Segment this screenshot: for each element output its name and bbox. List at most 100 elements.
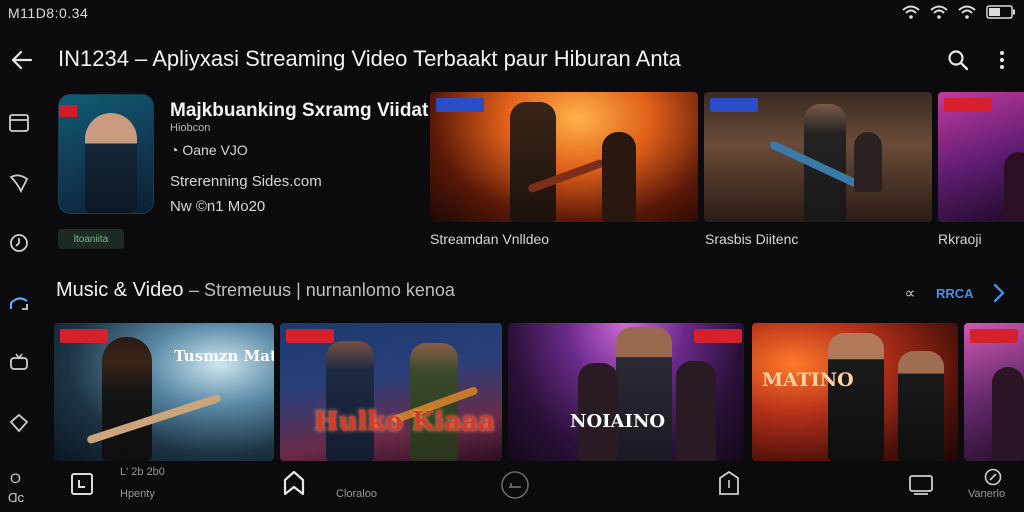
shield-icon (9, 413, 29, 433)
music-card[interactable] (964, 323, 1024, 461)
featured-subtitle: Hiobcon (170, 122, 211, 134)
back-button[interactable] (6, 44, 38, 76)
performer-figure (676, 361, 716, 461)
compass-icon (984, 468, 1002, 486)
nav-bookmarks-label: Cloraloo (336, 488, 377, 500)
link-icon[interactable]: ∝ (900, 283, 920, 303)
status-bar: M11D8:0.34 (0, 0, 1024, 26)
nav-profile-top: O (10, 470, 21, 486)
performer-figure (616, 327, 672, 461)
performer-figure (828, 333, 884, 461)
music-badge (286, 329, 334, 343)
trending-icon (10, 297, 28, 310)
nav-item-devices[interactable] (904, 462, 940, 512)
nav-settings-label: Vanerlo (968, 488, 1006, 500)
battery-icon (986, 5, 1015, 19)
status-clock: M11D8:0.34 (8, 5, 89, 21)
nav-item-bookmarks[interactable]: Cloraloo (280, 462, 400, 512)
video-card-title: Streamdan Vnlldeo (430, 231, 550, 247)
download-icon (501, 471, 529, 499)
search-icon (948, 50, 969, 71)
next-button[interactable] (988, 280, 1010, 306)
music-badge (694, 329, 742, 343)
poster-title: Tusmzn Matu (174, 347, 274, 365)
featured-date: Nw ©n1 Mo20 (170, 198, 266, 215)
signal-icon (958, 5, 976, 19)
music-card[interactable]: Tusmzn Matu (54, 323, 274, 461)
performer-figure (602, 132, 636, 222)
music-card[interactable]: MATINO (752, 323, 958, 461)
featured-title: Majkbuanking Sxramg Viidat (170, 100, 429, 121)
performer-figure (898, 351, 944, 461)
more-options-button[interactable] (990, 46, 1014, 74)
featured-source: Strerenninɡ Sides.com (170, 173, 322, 190)
performer-figure (510, 102, 556, 222)
page-title: IN1234 – Apliyxasi Streaming Video Terba… (58, 46, 681, 71)
featured-thumbnail[interactable] (58, 94, 154, 214)
thumbnail-figure (85, 113, 137, 213)
video-card-title: Rkraoji (938, 231, 982, 247)
rail-item-trending[interactable] (6, 290, 32, 316)
side-rail (0, 96, 40, 446)
performer-figure (992, 367, 1024, 461)
music-card[interactable]: Hulko Kiaaa (280, 323, 502, 461)
wifi-icon (902, 5, 920, 19)
search-button[interactable] (944, 46, 972, 74)
house-icon (283, 470, 305, 496)
see-all-link[interactable]: RRCA (936, 286, 974, 301)
badge (59, 105, 77, 117)
featured-rating: ◔ Oane VJO (170, 142, 248, 158)
more-vertical-icon (1000, 51, 1004, 69)
bookmark-icon (719, 470, 739, 495)
bottom-navigation: O Ɑc L' 2b 2b0 Hpenty Cloraloo Vanerlo (0, 462, 1024, 512)
poster-title: MATINO (762, 369, 854, 391)
wifi-icon (930, 5, 948, 19)
rail-item-tv[interactable] (6, 350, 32, 376)
chevron-right-icon (993, 283, 1005, 303)
nav-item-library[interactable] (712, 462, 748, 512)
app-bar: IN1234 – Apliyxasi Streaming Video Terba… (0, 38, 1024, 82)
poster-title: Hulko Kiaaa (314, 407, 495, 437)
status-icons (902, 5, 1016, 19)
rail-item-history[interactable] (6, 230, 32, 256)
performer-figure (326, 341, 374, 461)
music-badge (60, 329, 108, 343)
performer-figure (102, 337, 152, 461)
nav-item-settings[interactable]: Vanerlo (964, 462, 1024, 512)
tv-icon (10, 353, 28, 370)
rating-icon: ◔ (170, 142, 183, 158)
section-title: Music & Video – Stremeuus | nurnanlomo k… (56, 279, 455, 302)
video-badge (944, 98, 992, 112)
performer-figure (854, 132, 882, 192)
nav-profile-bottom: Ɑc (8, 490, 25, 505)
video-badge (436, 98, 484, 112)
section-subheading: – Stremeuus | nurnanlomo kenoa (189, 280, 455, 300)
video-card[interactable] (938, 92, 1024, 222)
featured-chip[interactable]: ltoaniita (58, 229, 124, 249)
arrow-left-icon (11, 50, 33, 70)
rail-item-library[interactable] (6, 410, 32, 436)
video-card[interactable] (430, 92, 698, 222)
poster-title: NOIAINO (570, 411, 666, 432)
clock-icon (10, 234, 28, 252)
rail-item-explore[interactable] (6, 170, 32, 196)
nav-item-home[interactable]: L' 2b 2b0 Hpenty (64, 462, 184, 512)
music-card[interactable]: NOIAINO (508, 323, 744, 461)
nav-item-profile[interactable]: O Ɑc (0, 462, 40, 512)
featured-app-card: Majkbuanking Sxramg Viidat Hiobcon ◔ Oan… (56, 92, 429, 252)
rail-item-home[interactable] (6, 110, 32, 136)
tag-icon (9, 174, 29, 193)
performer-figure (1004, 152, 1024, 222)
nav-home-label: Hpenty (120, 488, 155, 500)
section-heading: Music & Video (56, 279, 184, 301)
video-card-title: Srasbis Diitenc (705, 231, 799, 247)
nav-item-downloads[interactable] (496, 462, 536, 512)
nav-home-top: L' 2b 2b0 (120, 466, 165, 478)
video-card[interactable] (704, 92, 932, 222)
window-icon (9, 114, 29, 132)
square-icon (71, 473, 93, 495)
music-badge (970, 329, 1018, 343)
video-badge (710, 98, 758, 112)
featured-rating-text: Oane VJO (182, 142, 248, 158)
tablet-icon (909, 475, 933, 495)
